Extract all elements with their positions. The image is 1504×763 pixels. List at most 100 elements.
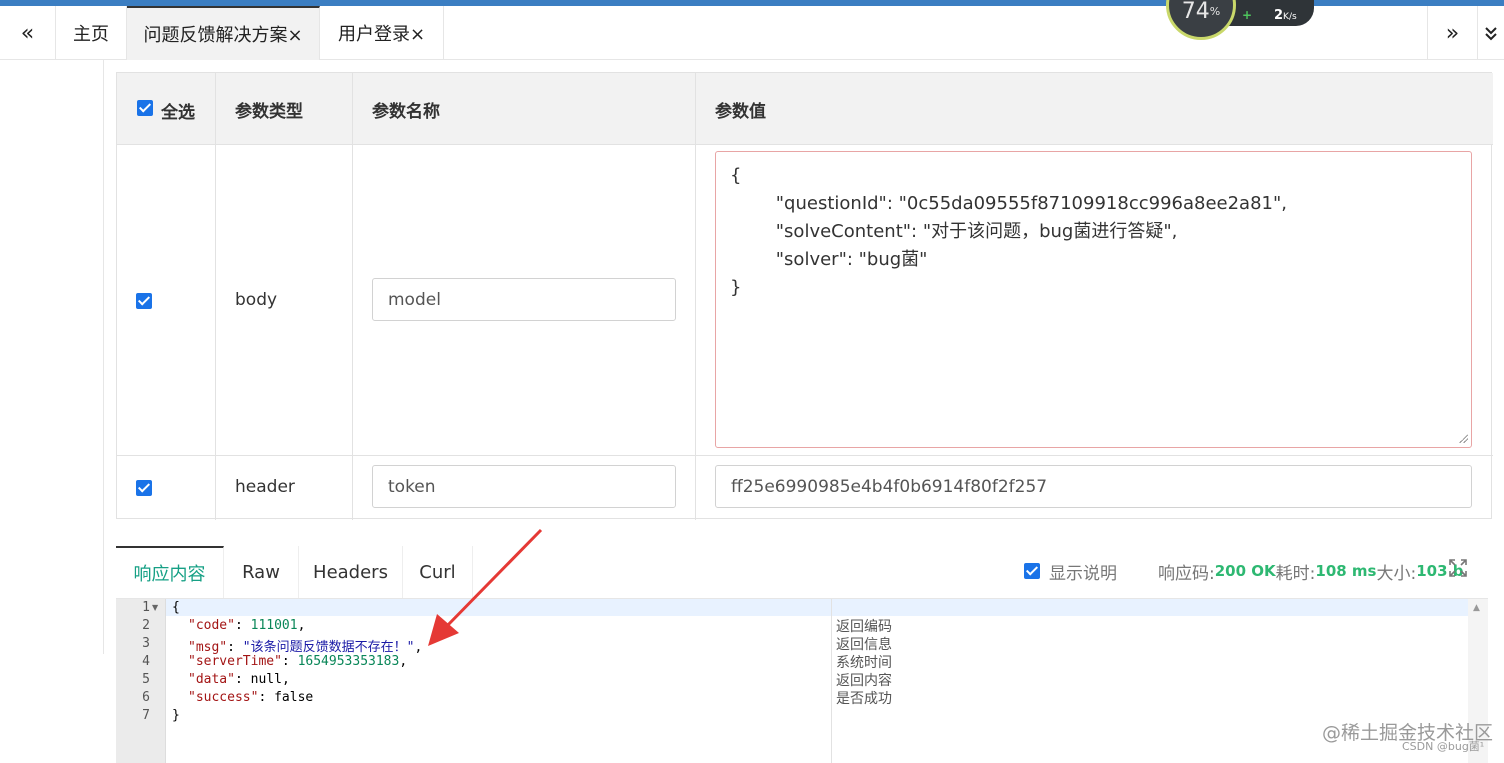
json-string: "该条问题反馈数据不存在！" [242,640,415,655]
line-number: 6 [142,690,150,705]
json-key: "code" [188,618,235,633]
response-code-editor[interactable]: 1 ▼ 2 3 4 5 6 7 { "code": 111001, "msg":… [116,598,1488,763]
scroll-tabs-right-button[interactable]: » [1427,6,1477,60]
json-sep: : [281,654,298,669]
select-all-label: 全选 [161,103,195,123]
json-comma: , [281,672,290,687]
code-brace-open: { [172,600,180,615]
fold-arrow-icon[interactable]: ▼ [152,603,158,612]
field-description: 返回信息 [836,637,892,653]
header-select-all-cell: 全选 [117,73,216,145]
json-literal: false [274,690,314,705]
row-header-select-cell [117,456,216,520]
tab-response-content[interactable]: 响应内容 [116,546,224,598]
tab-user-login[interactable]: 用户登录× [320,6,444,60]
row-header-type: header [235,477,295,497]
header-name-cell: 参数名称 [353,73,696,145]
status-code-label: 响应码: [1158,563,1215,584]
row-body-value-textarea[interactable]: { "questionId": "0c55da09555f87109918cc9… [715,151,1472,448]
line-number: 4 [142,654,150,669]
column-header-value: 参数值 [715,102,766,122]
column-header-type: 参数类型 [235,102,303,122]
textarea-resize-handle[interactable] [1458,433,1468,443]
code-line: "success": false [188,690,313,705]
code-line: "msg": "该条问题反馈数据不存在！", [188,636,422,655]
response-size-label: 大小: [1376,563,1417,584]
watermark-csdn: CSDN @bug菌¹ [1402,740,1485,753]
tab-feedback-solution[interactable]: 问题反馈解决方案× [127,6,320,60]
description-divider [831,599,832,763]
json-number: 1654953353183 [297,654,400,669]
tab-raw[interactable]: Raw [224,546,299,598]
network-rate-value: 2 [1274,8,1284,23]
show-description-label: 显示说明 [1049,563,1117,584]
usage-percent: 74 [1181,0,1210,24]
elapsed-time-value: 108 ms [1315,562,1377,580]
network-rate-unit: K/s [1283,12,1297,22]
json-number: 111001 [250,618,298,633]
row-body-type-cell: body [216,145,353,456]
field-description: 是否成功 [836,691,892,707]
active-line-highlight [166,599,1468,616]
show-description-label-wrap: 显示说明 [1049,558,1117,584]
field-description: 返回内容 [836,673,892,689]
row-header-value-cell: ff25e6990985e4b4f0b6914f80f2f257 [696,456,1493,520]
row-body-type: body [235,290,278,310]
code-line: "code": 111001, [188,618,305,633]
row-body-name-input[interactable]: model [372,278,676,321]
json-key: "success" [188,690,259,705]
row-header-name-cell: token [353,456,696,520]
usage-percent-unit: % [1209,4,1221,18]
row-header-value-input[interactable]: ff25e6990985e4b4f0b6914f80f2f257 [715,465,1472,508]
code-line: } [172,708,180,723]
row-header-checkbox[interactable] [136,480,152,496]
json-key: "serverTime" [188,654,282,669]
code-line: { [172,600,180,615]
tab-home[interactable]: 主页 [56,6,127,60]
header-type-cell: 参数类型 [216,73,353,145]
line-number: 2 [142,618,150,633]
json-key: "data" [188,672,235,687]
row-body-name-cell: model [353,145,696,456]
elapsed-time-label: 耗时: [1275,563,1316,584]
json-key: "msg" [188,640,228,655]
tab-curl[interactable]: Curl [403,546,473,598]
code-line: "data": null, [188,672,290,687]
json-comma: , [399,654,408,669]
line-number: 1 [142,600,150,615]
row-body-select-cell [117,145,216,456]
tab-options-button[interactable] [1477,6,1504,60]
line-number: 7 [142,708,150,723]
line-number: 5 [142,672,150,687]
json-comma: , [414,640,423,655]
json-sep: : [234,618,251,633]
row-body-checkbox[interactable] [136,293,152,309]
column-header-name: 参数名称 [372,102,440,122]
speed-plus-icon: + [1242,8,1253,22]
line-number: 3 [142,636,150,651]
network-speed-widget: 74% + 2K/s [1166,0,1314,40]
tab-headers[interactable]: Headers [299,546,403,598]
network-rate: 2K/s [1274,8,1297,23]
code-brace-close: } [172,708,180,723]
json-comma: , [297,618,306,633]
show-description-checkbox[interactable] [1024,563,1040,579]
scroll-up-icon[interactable]: ▲ [1473,603,1480,613]
select-all-checkbox[interactable] [137,100,153,116]
scroll-tabs-left-button[interactable]: « [0,6,56,60]
header-value-cell: 参数值 [696,73,1493,145]
field-description: 返回编码 [836,619,892,635]
row-header-type-cell: header [216,456,353,520]
line-number-gutter: 1 ▼ 2 3 4 5 6 7 [116,599,166,763]
row-body-value-cell: { "questionId": "0c55da09555f87109918cc9… [696,145,1493,456]
json-sep: : [258,690,275,705]
params-table: 全选 参数类型 参数名称 参数值 body model { "questionI… [116,72,1493,520]
row-header-name-input[interactable]: token [372,465,676,508]
response-status-info: 响应码: 200 OK 耗时: 108 ms 大小: 103 b [1158,558,1464,584]
json-literal: null [250,672,282,687]
status-code-value: 200 OK [1214,562,1276,580]
double-chevron-down-icon [1485,27,1497,41]
json-sep: : [227,640,243,655]
json-sep: : [234,672,251,687]
fullscreen-expand-icon[interactable] [1448,558,1468,578]
